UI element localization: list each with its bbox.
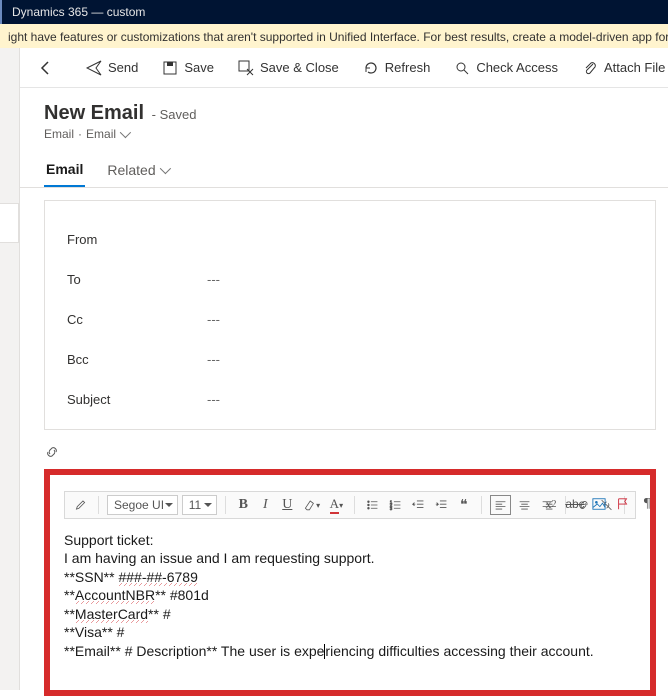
save-close-button[interactable]: Save & Close <box>230 56 347 80</box>
body-line: **SSN** ###-##-6789 <box>64 568 636 586</box>
align-center-button[interactable] <box>515 495 534 515</box>
command-bar: Send Save Save & Close Refresh Check Acc… <box>20 48 668 88</box>
body-line: **MasterCard** # <box>64 605 636 623</box>
tab-email-label: Email <box>46 161 83 177</box>
main-area: Send Save Save & Close Refresh Check Acc… <box>20 48 668 690</box>
to-row[interactable]: To --- <box>67 259 633 299</box>
breadcrumb-sep: · <box>78 127 82 141</box>
tab-related[interactable]: Related <box>105 155 169 187</box>
check-access-label: Check Access <box>476 60 558 75</box>
save-close-label: Save & Close <box>260 60 339 75</box>
body-line: **AccountNBR** #801d <box>64 586 636 604</box>
tab-email[interactable]: Email <box>44 155 85 187</box>
cc-row[interactable]: Cc --- <box>67 299 633 339</box>
divider <box>481 496 482 514</box>
from-label: From <box>67 232 207 247</box>
numbers-button[interactable]: 123 <box>386 495 405 515</box>
breadcrumb-form: Email <box>86 127 116 141</box>
bullets-button[interactable] <box>363 495 382 515</box>
check-access-button[interactable]: Check Access <box>446 56 566 80</box>
sidebar-stub <box>0 48 20 690</box>
from-row[interactable]: From <box>67 219 633 259</box>
bcc-value: --- <box>207 352 220 367</box>
indent-button[interactable] <box>432 495 451 515</box>
subscript-button[interactable]: x2 <box>542 495 560 513</box>
page-title: New Email <box>44 102 144 124</box>
subject-row[interactable]: Subject --- <box>67 379 633 419</box>
notification-text: ight have features or customizations tha… <box>8 30 668 44</box>
bcc-row[interactable]: Bcc --- <box>67 339 633 379</box>
refresh-label: Refresh <box>385 60 431 75</box>
align-left-button[interactable] <box>490 495 511 515</box>
body-line: **Email** # Description** The user is ex… <box>64 642 636 660</box>
tab-related-label: Related <box>107 162 155 178</box>
notification-bar: ight have features or customizations tha… <box>0 24 668 51</box>
editor-far-toolbar: x2 abc ¶ <box>538 491 660 517</box>
send-button[interactable]: Send <box>78 56 146 80</box>
refresh-button[interactable]: Refresh <box>355 56 439 80</box>
save-status: - Saved <box>152 107 197 122</box>
paragraph-icon[interactable]: ¶ <box>638 495 656 513</box>
body-line: I am having an issue and I am requesting… <box>64 549 636 567</box>
attach-file-button[interactable]: Attach File <box>574 56 668 80</box>
breadcrumb: Email · Email <box>44 127 644 141</box>
outdent-button[interactable] <box>409 495 428 515</box>
divider <box>354 496 355 514</box>
subject-label: Subject <box>67 392 207 407</box>
body-line: Support ticket: <box>64 531 636 549</box>
bold-button[interactable]: B <box>234 495 252 515</box>
cc-value: --- <box>207 312 220 327</box>
strike-button[interactable]: abc <box>566 495 584 513</box>
app-title: Dynamics 365 — custom <box>12 5 145 19</box>
back-button[interactable] <box>30 56 62 80</box>
chevron-down-icon <box>159 163 170 174</box>
title-bar: Dynamics 365 — custom <box>0 0 668 24</box>
underline-button[interactable]: U <box>278 495 296 515</box>
image-icon[interactable] <box>590 495 608 513</box>
highlight-button[interactable]: ▾ <box>300 495 323 515</box>
attach-label: Attach File <box>604 60 665 75</box>
quote-button[interactable]: ❝ <box>455 495 473 515</box>
brush-icon[interactable] <box>71 495 90 515</box>
font-select[interactable]: Segoe UI <box>107 495 178 515</box>
fields-panel: From To --- Cc --- Bcc --- Subject --- <box>44 200 656 430</box>
email-body[interactable]: Support ticket: I am having an issue and… <box>64 531 636 660</box>
bcc-label: Bcc <box>67 352 207 367</box>
cc-label: Cc <box>67 312 207 327</box>
tab-bar: Email Related <box>20 145 668 188</box>
to-value: --- <box>207 272 220 287</box>
subject-value: --- <box>207 392 220 407</box>
link-icon[interactable] <box>44 444 668 463</box>
font-color-button[interactable]: A▾ <box>327 495 346 515</box>
flag-icon[interactable] <box>614 495 632 513</box>
save-button[interactable]: Save <box>154 56 222 80</box>
sidebar-stub-item[interactable] <box>0 203 19 243</box>
chevron-down-icon[interactable] <box>120 127 131 138</box>
divider <box>98 496 99 514</box>
send-label: Send <box>108 60 138 75</box>
save-label: Save <box>184 60 214 75</box>
body-line: **Visa** # <box>64 623 636 641</box>
divider <box>225 496 226 514</box>
svg-text:3: 3 <box>389 506 392 511</box>
to-label: To <box>67 272 207 287</box>
italic-button[interactable]: I <box>256 495 274 515</box>
breadcrumb-entity: Email <box>44 127 74 141</box>
page-header: New Email - Saved Email · Email <box>20 88 668 145</box>
size-select[interactable]: 11 <box>182 495 218 515</box>
